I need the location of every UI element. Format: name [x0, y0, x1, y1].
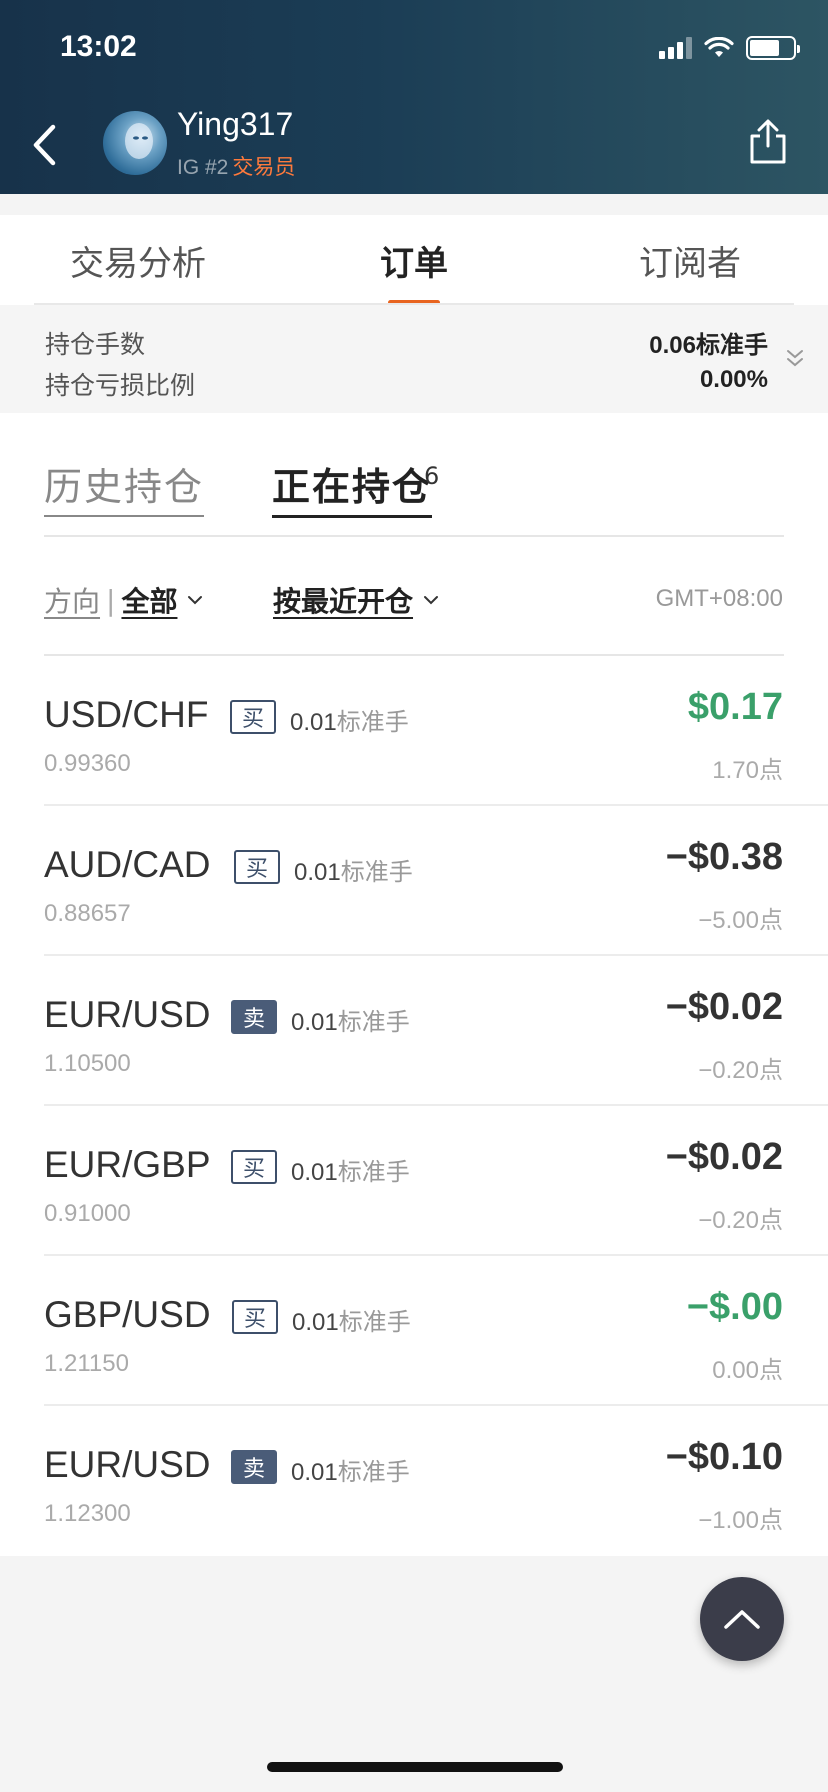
- sort-value: 按最近开仓: [273, 585, 414, 618]
- filter-separator: |: [106, 583, 116, 617]
- status-icons: [659, 36, 800, 60]
- tab-analysis[interactable]: 交易分析: [0, 215, 276, 305]
- battery-icon: [746, 36, 800, 60]
- role-badge: 交易员: [232, 156, 296, 179]
- trader-subline: IG #2 交易员: [177, 151, 295, 181]
- side-badge: 买: [232, 1300, 278, 1334]
- side-badge: 买: [230, 700, 276, 734]
- lot-unit: 标准手: [337, 1009, 410, 1036]
- currency-pair: EUR/GBP: [44, 1144, 211, 1185]
- currency-pair: EUR/USD: [44, 1444, 211, 1485]
- lot-size: 0.01标准手: [291, 1152, 410, 1187]
- lot-size: 0.01标准手: [294, 852, 413, 887]
- profit-value: −$0.02: [665, 1136, 783, 1178]
- rank-text: IG #2: [177, 156, 229, 179]
- main-tabs: 交易分析 订单 订阅者: [0, 215, 828, 305]
- currency-pair: USD/CHF: [44, 694, 209, 735]
- open-price: 0.91000: [44, 1200, 131, 1227]
- profit-points: −5.00点: [698, 907, 783, 934]
- profit-value: $0.17: [687, 686, 783, 728]
- lot-unit: 标准手: [336, 709, 409, 736]
- profit-points: −1.00点: [698, 1507, 783, 1534]
- position-summary[interactable]: 持仓手数 0.06标准手 持仓亏损比例 0.00%: [0, 305, 828, 413]
- chevron-down-icon: [188, 596, 203, 605]
- lot-amount: 0.01: [291, 1009, 338, 1036]
- side-badge: 卖: [231, 1000, 277, 1034]
- lot-size: 0.01标准手: [290, 702, 409, 737]
- lot-size: 0.01标准手: [291, 1002, 410, 1037]
- lot-size: 0.01标准手: [291, 1452, 410, 1487]
- share-icon: [750, 119, 786, 164]
- back-button[interactable]: [26, 120, 62, 170]
- position-row[interactable]: USD/CHF 买 0.01标准手 0.99360 $0.17 1.70点: [0, 656, 828, 806]
- profit-points: 0.00点: [712, 1357, 783, 1384]
- side-badge: 卖: [231, 1450, 277, 1484]
- pl-ratio-label: 持仓亏损比例: [45, 371, 196, 400]
- sort-filter[interactable]: 按最近开仓: [273, 580, 439, 620]
- share-button[interactable]: [746, 118, 790, 166]
- side-badge: 买: [231, 1150, 277, 1184]
- currency-pair: GBP/USD: [44, 1294, 211, 1335]
- direction-value: 全部: [121, 585, 178, 618]
- lots-value: 0.06标准手: [649, 332, 768, 359]
- open-positions-count: 6: [424, 462, 440, 490]
- subtab-history[interactable]: 历史持仓: [44, 456, 205, 517]
- currency-pair: EUR/USD: [44, 994, 211, 1035]
- position-row[interactable]: GBP/USD 买 0.01标准手 1.21150 −$.00 0.00点: [0, 1256, 828, 1406]
- profit-value: −$0.02: [665, 986, 783, 1028]
- lot-amount: 0.01: [294, 859, 341, 886]
- side-badge: 买: [234, 850, 280, 884]
- profit-value: −$0.38: [665, 836, 783, 878]
- lot-unit: 标准手: [338, 1309, 411, 1336]
- positions-panel: 历史持仓 正在持仓 6 方向 | 全部 按最近开仓 GMT+08:00 USD/…: [0, 413, 828, 1556]
- profit-points: −0.20点: [698, 1207, 783, 1234]
- position-row[interactable]: EUR/GBP 买 0.01标准手 0.91000 −$0.02 −0.20点: [0, 1106, 828, 1256]
- tab-subscribers[interactable]: 订阅者: [552, 215, 828, 305]
- profit-value: −$.00: [686, 1286, 783, 1328]
- lot-amount: 0.01: [290, 709, 337, 736]
- profit-points: 1.70点: [712, 757, 783, 784]
- profile-header: 13:02 Ying317 IG #2 交易员: [0, 0, 828, 194]
- avatar[interactable]: [103, 111, 167, 175]
- cellular-signal-icon: [659, 37, 692, 59]
- open-price: 0.88657: [44, 900, 131, 927]
- trader-name: Ying317: [177, 106, 294, 142]
- direction-label: 方向: [44, 585, 101, 618]
- lot-amount: 0.01: [292, 1309, 339, 1336]
- lot-unit: 标准手: [340, 859, 413, 886]
- status-time: 13:02: [60, 30, 137, 63]
- tab-orders[interactable]: 订单: [276, 215, 552, 305]
- profit-points: −0.20点: [698, 1057, 783, 1084]
- lot-size: 0.01标准手: [292, 1302, 411, 1337]
- subtab-divider: [44, 535, 784, 537]
- chevron-left-icon: [33, 124, 56, 166]
- open-price: 1.12300: [44, 1500, 131, 1527]
- subtab-open-positions[interactable]: 正在持仓: [272, 456, 433, 518]
- position-row[interactable]: EUR/USD 卖 0.01标准手 1.10500 −$0.02 −0.20点: [0, 956, 828, 1106]
- lots-label: 持仓手数: [45, 330, 146, 359]
- chevron-up-icon: [724, 1610, 760, 1629]
- chevron-down-icon: [424, 596, 439, 605]
- timezone-label: GMT+08:00: [655, 585, 783, 612]
- position-row[interactable]: EUR/USD 卖 0.01标准手 1.12300 −$0.10 −1.00点: [0, 1406, 828, 1556]
- position-row[interactable]: AUD/CAD 买 0.01标准手 0.88657 −$0.38 −5.00点: [0, 806, 828, 956]
- home-indicator: [267, 1762, 563, 1772]
- open-price: 0.99360: [44, 750, 131, 777]
- lot-amount: 0.01: [291, 1459, 338, 1486]
- lot-amount: 0.01: [291, 1159, 338, 1186]
- open-price: 1.10500: [44, 1050, 131, 1077]
- direction-filter[interactable]: 方向 | 全部: [44, 580, 203, 620]
- open-price: 1.21150: [44, 1350, 129, 1377]
- avatar-image: [125, 123, 153, 159]
- scroll-top-button[interactable]: [700, 1577, 784, 1661]
- pl-ratio-value: 0.00%: [699, 366, 768, 393]
- wifi-icon: [704, 37, 734, 57]
- double-chevron-down-icon[interactable]: [784, 345, 806, 373]
- lot-unit: 标准手: [337, 1459, 410, 1486]
- lot-unit: 标准手: [337, 1159, 410, 1186]
- profit-value: −$0.10: [665, 1436, 783, 1478]
- currency-pair: AUD/CAD: [44, 844, 211, 885]
